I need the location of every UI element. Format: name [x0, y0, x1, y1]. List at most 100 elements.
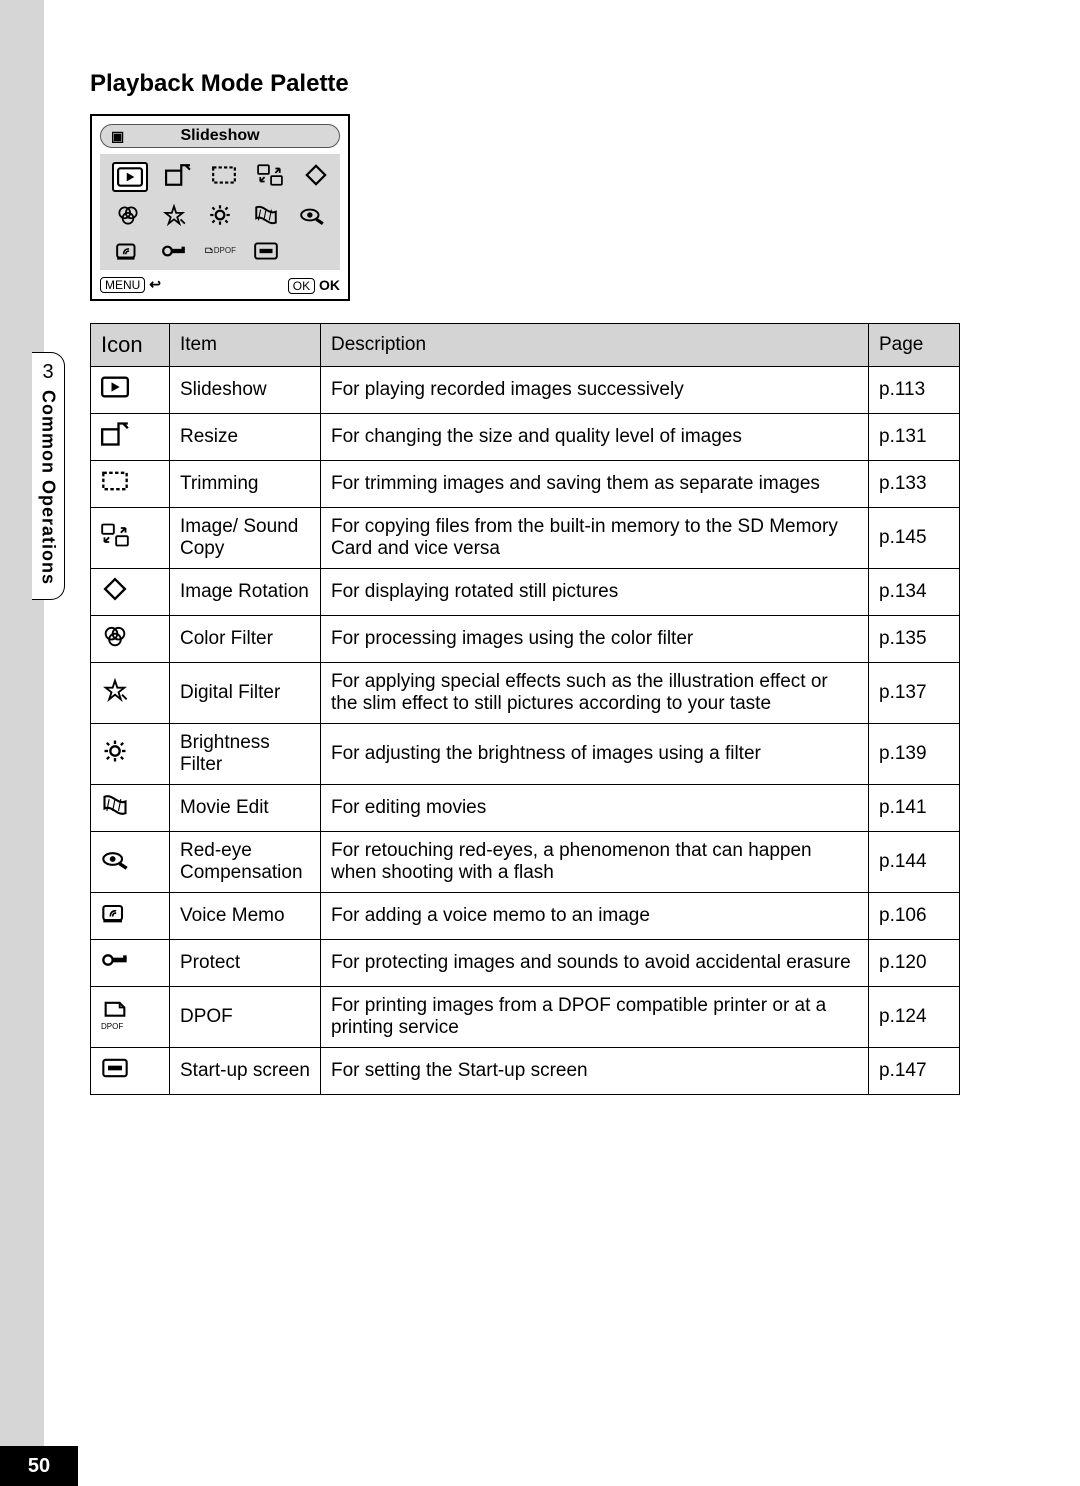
cell-item: Protect: [170, 940, 321, 987]
cell-page: p.145: [869, 508, 960, 569]
table-row: Voice MemoFor adding a voice memo to an …: [91, 893, 960, 940]
digfilter-icon: [158, 202, 190, 228]
cell-description: For trimming images and saving them as s…: [321, 461, 869, 508]
table-row: ResizeFor changing the size and quality …: [91, 414, 960, 461]
cell-item: Trimming: [170, 461, 321, 508]
palette-reference-table: Icon Item Description Page SlideshowFor …: [90, 323, 960, 1095]
cell-item: Slideshow: [170, 367, 321, 414]
resize-icon: [162, 162, 194, 188]
cell-description: For adding a voice memo to an image: [321, 893, 869, 940]
section-tab: 3 Common Operations: [32, 352, 65, 600]
ok-button-label: OK: [288, 278, 315, 294]
brightness-icon: [204, 202, 236, 228]
cell-item: Voice Memo: [170, 893, 321, 940]
table-header-row: Icon Item Description Page: [91, 324, 960, 367]
voicememo-icon: [91, 893, 170, 940]
cell-page: p.141: [869, 785, 960, 832]
copy-icon: [91, 508, 170, 569]
page-number: 50: [0, 1446, 78, 1486]
redeye-icon: [296, 202, 328, 228]
dpof-icon: DPOF: [91, 987, 170, 1048]
brightness-icon: [91, 724, 170, 785]
section-label: Common Operations: [38, 390, 59, 585]
cell-description: For adjusting the brightness of images u…: [321, 724, 869, 785]
cell-page: p.144: [869, 832, 960, 893]
table-row: Image/ Sound CopyFor copying files from …: [91, 508, 960, 569]
ok-text: OK: [319, 277, 340, 293]
protect-icon: [158, 238, 190, 264]
redeye-icon: [91, 832, 170, 893]
menu-back: MENU ↩: [100, 276, 161, 293]
table-row: Color FilterFor processing images using …: [91, 616, 960, 663]
cell-description: For setting the Start-up screen: [321, 1048, 869, 1095]
page-content: Playback Mode Palette ▣ Slideshow: [90, 70, 960, 1095]
cell-item: Image/ Sound Copy: [170, 508, 321, 569]
table-row: SlideshowFor playing recorded images suc…: [91, 367, 960, 414]
play-icon: ▣: [111, 128, 124, 145]
palette-illustration: ▣ Slideshow DPOF: [90, 114, 350, 301]
cell-description: For applying special effects such as the…: [321, 663, 869, 724]
cell-page: p.124: [869, 987, 960, 1048]
colorfilter-icon: [112, 202, 144, 228]
th-description: Description: [321, 324, 869, 367]
menu-button-label: MENU: [100, 277, 145, 293]
page-heading: Playback Mode Palette: [90, 70, 960, 98]
cell-description: For playing recorded images successively: [321, 367, 869, 414]
cell-page: p.147: [869, 1048, 960, 1095]
cell-description: For displaying rotated still pictures: [321, 569, 869, 616]
cell-page: p.135: [869, 616, 960, 663]
cell-page: p.120: [869, 940, 960, 987]
digfilter-icon: [91, 663, 170, 724]
palette-header-label: Slideshow: [180, 127, 259, 145]
cell-item: Red-eye Compensation: [170, 832, 321, 893]
cell-description: For printing images from a DPOF compatib…: [321, 987, 869, 1048]
table-row: ProtectFor protecting images and sounds …: [91, 940, 960, 987]
startup-icon: [250, 238, 282, 264]
slideshow-icon: [91, 367, 170, 414]
cell-item: Resize: [170, 414, 321, 461]
palette-icon-grid: DPOF: [100, 154, 340, 270]
cell-page: p.134: [869, 569, 960, 616]
chapter-number: 3: [42, 361, 53, 384]
trimming-icon: [91, 461, 170, 508]
cell-page: p.133: [869, 461, 960, 508]
rotation-icon: [91, 569, 170, 616]
cell-description: For processing images using the color fi…: [321, 616, 869, 663]
table-row: TrimmingFor trimming images and saving t…: [91, 461, 960, 508]
th-icon: Icon: [91, 324, 170, 367]
cell-description: For copying files from the built-in memo…: [321, 508, 869, 569]
table-row: Digital FilterFor applying special effec…: [91, 663, 960, 724]
cell-description: For retouching red-eyes, a phenomenon th…: [321, 832, 869, 893]
cell-page: p.106: [869, 893, 960, 940]
palette-footer: MENU ↩ OK OK: [100, 276, 340, 293]
cell-description: For editing movies: [321, 785, 869, 832]
cell-item: Digital Filter: [170, 663, 321, 724]
colorfilter-icon: [91, 616, 170, 663]
cell-item: Image Rotation: [170, 569, 321, 616]
table-row: Start-up screenFor setting the Start-up …: [91, 1048, 960, 1095]
table-row: DPOFDPOFFor printing images from a DPOF …: [91, 987, 960, 1048]
palette-header: ▣ Slideshow: [100, 124, 340, 148]
startup-icon: [91, 1048, 170, 1095]
slideshow-icon: [112, 162, 148, 192]
th-page: Page: [869, 324, 960, 367]
table-row: Image RotationFor displaying rotated sti…: [91, 569, 960, 616]
table-row: Brightness FilterFor adjusting the brigh…: [91, 724, 960, 785]
cell-item: Color Filter: [170, 616, 321, 663]
cell-page: p.131: [869, 414, 960, 461]
cell-item: Start-up screen: [170, 1048, 321, 1095]
cell-page: p.139: [869, 724, 960, 785]
rotation-icon: [300, 162, 332, 188]
ok-confirm: OK OK: [288, 277, 340, 293]
movieedit-icon: [250, 202, 282, 228]
dpof-icon: DPOF: [204, 238, 236, 264]
cell-page: p.137: [869, 663, 960, 724]
cell-item: Brightness Filter: [170, 724, 321, 785]
cell-item: DPOF: [170, 987, 321, 1048]
table-row: Movie EditFor editing moviesp.141: [91, 785, 960, 832]
cell-page: p.113: [869, 367, 960, 414]
page-left-stripe: [0, 0, 44, 1486]
cell-description: For protecting images and sounds to avoi…: [321, 940, 869, 987]
cell-item: Movie Edit: [170, 785, 321, 832]
resize-icon: [91, 414, 170, 461]
